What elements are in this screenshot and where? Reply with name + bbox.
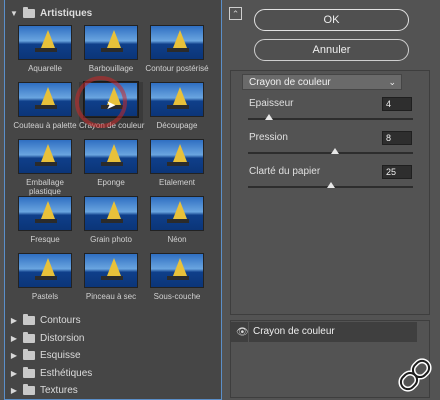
- param-value-input[interactable]: 4: [382, 97, 412, 111]
- filter-thumbnail[interactable]: Couteau à palette: [13, 82, 77, 130]
- folder-icon: [23, 384, 35, 395]
- link-icon: [398, 358, 432, 392]
- thumbnail-label: Contour postérisé: [145, 64, 209, 73]
- folder-distorsion[interactable]: ▶ Distorsion: [5, 330, 221, 347]
- thumbnail-label: Etalement: [158, 178, 196, 187]
- thumbnail-image: [18, 82, 72, 117]
- param-value-input[interactable]: 25: [382, 165, 412, 179]
- folder-textures[interactable]: ▶ Textures: [5, 382, 221, 399]
- slider-knob[interactable]: [326, 182, 335, 188]
- thumbnail-label: Découpage: [156, 121, 198, 130]
- mouse-cursor-icon: ➤: [106, 98, 117, 112]
- collapse-icon[interactable]: ⌃: [229, 7, 242, 20]
- thumbnail-image: [18, 25, 72, 60]
- folder-icon: [23, 331, 35, 343]
- folder-label: Esquisse: [40, 350, 81, 361]
- thumbnail-image: [84, 253, 138, 288]
- thumbnail-label: Aquarelle: [28, 64, 62, 73]
- filter-thumbnail[interactable]: Néon: [145, 196, 209, 244]
- eye-icon[interactable]: 👁: [236, 327, 249, 338]
- thumbnail-image: [150, 82, 204, 117]
- param-label: Clarté du papier: [249, 166, 321, 177]
- chevron-down-icon: ⌄: [388, 77, 396, 87]
- filter-thumbnail[interactable]: Barbouillage: [79, 25, 143, 73]
- filter-thumbnail[interactable]: Eponge: [79, 139, 143, 187]
- param-label: Epaisseur: [249, 98, 294, 109]
- thumbnail-label: Néon: [167, 235, 187, 244]
- filter-thumbnail[interactable]: Emballage plastique: [13, 139, 77, 196]
- thumbnail-label: Barbouillage: [88, 64, 134, 73]
- folder-label: Distorsion: [40, 332, 85, 344]
- folder-esquisse[interactable]: ▶ Esquisse: [5, 347, 221, 364]
- thumbnail-image: [18, 196, 72, 231]
- slider-knob[interactable]: [331, 148, 340, 154]
- ok-button[interactable]: OK: [254, 9, 409, 31]
- folder-artistiques[interactable]: ▼ Artistiques: [5, 5, 221, 22]
- filter-thumbnail[interactable]: Pastels: [13, 253, 77, 301]
- thumbnail-grid: Aquarelle Barbouillage Contour postérisé Co…: [13, 25, 213, 310]
- thumbnail-label: Couteau à palette: [13, 121, 77, 130]
- filter-thumbnail[interactable]: Sous-couche: [145, 253, 209, 301]
- thumbnail-image: [150, 253, 204, 288]
- param-slider[interactable]: [248, 182, 413, 188]
- folder-label: Esthétiques: [40, 367, 93, 379]
- folder-label: Textures: [40, 385, 78, 396]
- folder-label: Artistiques: [40, 8, 93, 19]
- folder-contours[interactable]: ▶ Contours: [5, 312, 221, 329]
- thumbnail-image: [150, 25, 204, 60]
- slider-knob[interactable]: [265, 114, 274, 120]
- filter-select[interactable]: Crayon de couleur ⌄: [242, 74, 402, 90]
- thumbnail-image: [84, 25, 138, 60]
- folder-label: Contours: [40, 315, 81, 326]
- effect-layer-name: Crayon de couleur: [253, 326, 335, 337]
- folder-icon: [23, 349, 35, 360]
- thumbnail-label: Fresque: [30, 235, 60, 244]
- thumbnail-image: [84, 139, 138, 174]
- thumbnail-label: Pastels: [31, 292, 59, 301]
- folder-icon: [23, 314, 35, 325]
- filter-thumbnail[interactable]: Grain photo: [79, 196, 143, 244]
- filter-thumbnail[interactable]: Contour postérisé: [145, 25, 209, 73]
- thumbnail-label: Sous-couche: [153, 292, 201, 301]
- filter-thumbnail[interactable]: Etalement: [145, 139, 209, 187]
- filter-thumbnail[interactable]: Aquarelle: [13, 25, 77, 73]
- thumbnail-image: [18, 139, 72, 174]
- thumbnail-label: Grain photo: [90, 235, 132, 244]
- thumbnail-label: Emballage plastique: [26, 178, 64, 196]
- folder-icon: [23, 7, 35, 18]
- filter-thumbnail[interactable]: Pinceau à sec: [79, 253, 143, 301]
- thumbnail-image: [18, 253, 72, 288]
- thumbnail-label: Pinceau à sec: [85, 292, 137, 301]
- chevron-right-icon: ▶: [10, 333, 18, 343]
- chevron-right-icon: ▶: [10, 386, 18, 395]
- chevron-right-icon: ▶: [10, 368, 18, 378]
- param-slider[interactable]: [248, 114, 413, 120]
- thumbnail-label: Eponge: [97, 178, 125, 187]
- chevron-right-icon: ▶: [10, 316, 18, 325]
- chevron-right-icon: ▶: [10, 351, 18, 360]
- param-slider[interactable]: [248, 148, 413, 154]
- chevron-down-icon: ▼: [10, 9, 18, 18]
- filter-gallery-panel: ▼ Artistiques Aquarelle Barbouillage Conto…: [4, 0, 222, 400]
- folder-esthétiques[interactable]: ▶ Esthétiques: [5, 365, 221, 382]
- param-label: Pression: [249, 132, 288, 143]
- thumbnail-image: [84, 196, 138, 231]
- folder-icon: [23, 366, 35, 378]
- filter-select-value: Crayon de couleur: [249, 77, 331, 88]
- filter-thumbnail[interactable]: Fresque: [13, 196, 77, 244]
- thumbnail-image: [150, 139, 204, 174]
- cancel-button[interactable]: Annuler: [254, 39, 409, 61]
- highlight-ring: [75, 76, 127, 128]
- param-value-input[interactable]: 8: [382, 131, 412, 145]
- filter-thumbnail[interactable]: Découpage: [145, 82, 209, 130]
- thumbnail-image: [150, 196, 204, 231]
